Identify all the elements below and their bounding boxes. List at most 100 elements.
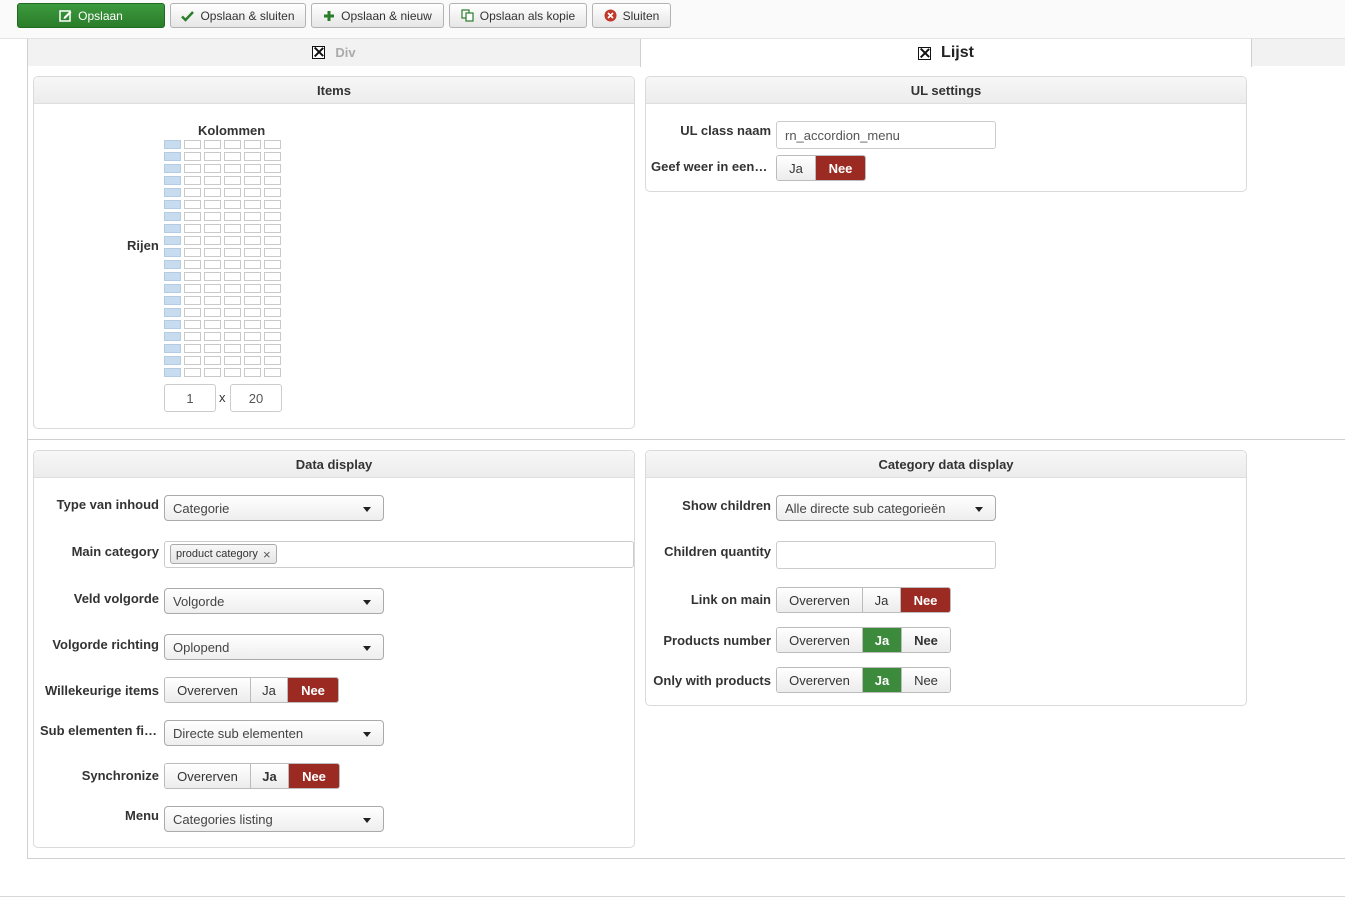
grid-cell[interactable]: [264, 188, 281, 197]
grid-cell[interactable]: [204, 176, 221, 185]
grid-cell[interactable]: [264, 308, 281, 317]
grid-cell[interactable]: [204, 284, 221, 293]
sync-ja[interactable]: Ja: [251, 764, 289, 788]
grid-cell[interactable]: [224, 200, 241, 209]
grid-cell[interactable]: [204, 248, 221, 257]
grid-cell[interactable]: [184, 200, 201, 209]
grid-cell[interactable]: [204, 212, 221, 221]
grid-cell[interactable]: [204, 188, 221, 197]
grid-cell[interactable]: [244, 164, 261, 173]
ul-class-input[interactable]: rn_accordion_menu: [776, 121, 996, 149]
grid-cell[interactable]: [184, 164, 201, 173]
grid-cell[interactable]: [184, 296, 201, 305]
grid-cell[interactable]: [204, 296, 221, 305]
grid-cell[interactable]: [184, 332, 201, 341]
grid-cell[interactable]: [224, 176, 241, 185]
grid-cell[interactable]: [184, 272, 201, 281]
grid-cell[interactable]: [224, 212, 241, 221]
grid-cell[interactable]: [224, 356, 241, 365]
grid-cell[interactable]: [264, 332, 281, 341]
grid-cell[interactable]: [204, 320, 221, 329]
grid-cell[interactable]: [224, 140, 241, 149]
grid-cell[interactable]: [264, 368, 281, 377]
grid-cell[interactable]: [244, 296, 261, 305]
grid-cell[interactable]: [264, 164, 281, 173]
grid-cell[interactable]: [164, 236, 181, 245]
grid-cell[interactable]: [164, 320, 181, 329]
grid-cell[interactable]: [264, 272, 281, 281]
grid-cell[interactable]: [184, 224, 201, 233]
grid-cell[interactable]: [204, 356, 221, 365]
grid-cell[interactable]: [184, 188, 201, 197]
grid-cell[interactable]: [244, 284, 261, 293]
grid-cell[interactable]: [244, 332, 261, 341]
grid-cell[interactable]: [184, 212, 201, 221]
grid-cell[interactable]: [204, 344, 221, 353]
grid-cell[interactable]: [184, 236, 201, 245]
grid-cell[interactable]: [164, 344, 181, 353]
grid-cell[interactable]: [224, 248, 241, 257]
grid-cell[interactable]: [184, 176, 201, 185]
remove-tag-icon[interactable]: ×: [263, 547, 271, 562]
save-copy-button[interactable]: Opslaan als kopie: [449, 3, 587, 28]
grid-cell[interactable]: [264, 152, 281, 161]
grid-cell[interactable]: [264, 236, 281, 245]
show-children-select[interactable]: Alle directe sub categorieën: [776, 495, 996, 521]
prodnum-ja[interactable]: Ja: [863, 628, 902, 652]
grid-cell[interactable]: [164, 164, 181, 173]
grid-cell[interactable]: [164, 140, 181, 149]
link-ja[interactable]: Ja: [863, 588, 901, 612]
save-new-button[interactable]: Opslaan & nieuw: [311, 3, 444, 28]
grid-cell[interactable]: [264, 248, 281, 257]
grid-cell[interactable]: [204, 272, 221, 281]
grid-cell[interactable]: [224, 272, 241, 281]
close-button[interactable]: Sluiten: [592, 3, 671, 28]
grid-cell[interactable]: [224, 164, 241, 173]
grid-cell[interactable]: [164, 212, 181, 221]
grid-cell[interactable]: [164, 260, 181, 269]
order-direction-select[interactable]: Oplopend: [164, 634, 384, 660]
grid-cell[interactable]: [244, 308, 261, 317]
grid-cell[interactable]: [224, 284, 241, 293]
random-ja[interactable]: Ja: [251, 678, 288, 702]
grid-cell[interactable]: [244, 212, 261, 221]
grid-cell[interactable]: [244, 152, 261, 161]
grid-cell[interactable]: [224, 368, 241, 377]
show-in-ja[interactable]: Ja: [777, 156, 816, 180]
grid-cell[interactable]: [164, 308, 181, 317]
grid-cell[interactable]: [164, 188, 181, 197]
grid-cell[interactable]: [164, 296, 181, 305]
grid-cell[interactable]: [224, 344, 241, 353]
grid-cell[interactable]: [264, 344, 281, 353]
save-close-button[interactable]: Opslaan & sluiten: [170, 3, 306, 28]
grid-cell[interactable]: [184, 152, 201, 161]
grid-cell[interactable]: [224, 308, 241, 317]
sync-nee[interactable]: Nee: [289, 764, 339, 788]
grid-cell[interactable]: [244, 140, 261, 149]
grid-cell[interactable]: [224, 260, 241, 269]
grid-cell[interactable]: [244, 272, 261, 281]
grid-cell[interactable]: [224, 332, 241, 341]
rows-input[interactable]: 20: [230, 384, 282, 412]
grid-cell[interactable]: [244, 200, 261, 209]
random-nee[interactable]: Nee: [288, 678, 338, 702]
grid-cell[interactable]: [204, 308, 221, 317]
prodnum-overerven[interactable]: Overerven: [777, 628, 863, 652]
link-nee[interactable]: Nee: [901, 588, 950, 612]
grid-cell[interactable]: [184, 368, 201, 377]
content-type-select[interactable]: Categorie: [164, 495, 384, 521]
save-button[interactable]: Opslaan: [17, 3, 165, 28]
sync-overerven[interactable]: Overerven: [165, 764, 251, 788]
grid-cell[interactable]: [204, 152, 221, 161]
grid-cell[interactable]: [164, 176, 181, 185]
only-overerven[interactable]: Overerven: [777, 668, 863, 692]
grid-cell[interactable]: [264, 200, 281, 209]
grid-cell[interactable]: [164, 332, 181, 341]
grid-cell[interactable]: [244, 248, 261, 257]
grid-cell[interactable]: [264, 260, 281, 269]
grid-cell[interactable]: [244, 368, 261, 377]
grid-cell[interactable]: [224, 320, 241, 329]
grid-cell[interactable]: [224, 224, 241, 233]
random-overerven[interactable]: Overerven: [165, 678, 251, 702]
grid-cell[interactable]: [184, 140, 201, 149]
